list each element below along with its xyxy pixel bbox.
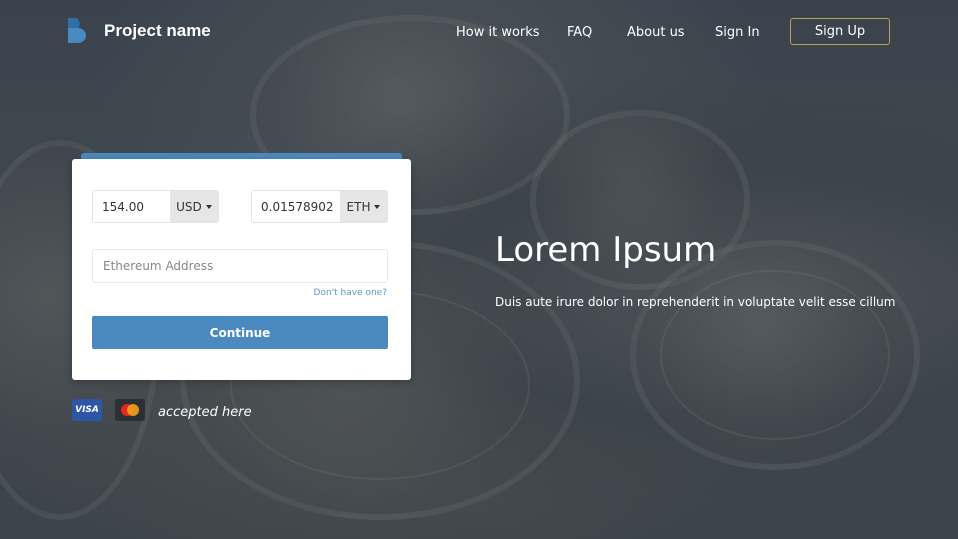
caret-down-icon (205, 204, 212, 209)
ethereum-address-input[interactable]: Ethereum Address (92, 249, 388, 283)
nav-sign-in[interactable]: Sign In (715, 25, 760, 40)
dont-have-one-link[interactable]: Don't have one? (314, 288, 387, 298)
crypto-currency-label: ETH (346, 199, 371, 214)
hero-subtitle: Duis aute irure dolor in reprehenderit i… (495, 295, 896, 309)
visa-icon: VISA (72, 399, 102, 421)
logo-icon[interactable] (66, 18, 88, 43)
fiat-currency-label: USD (176, 199, 202, 214)
exchange-card: 154.00 USD 0.01578902 ETH Ethereum Addre… (72, 159, 411, 380)
brand-name[interactable]: Project name (104, 21, 211, 41)
accepted-here-text: accepted here (158, 405, 252, 420)
mastercard-icon (115, 399, 145, 421)
fiat-currency-dropdown[interactable]: USD (169, 191, 218, 222)
nav-faq[interactable]: FAQ (567, 25, 592, 40)
nav-how-it-works[interactable]: How it works (456, 25, 540, 40)
crypto-amount-input[interactable]: 0.01578902 (252, 191, 340, 222)
crypto-amount-group: 0.01578902 ETH (251, 190, 388, 223)
sign-up-button[interactable]: Sign Up (790, 18, 890, 45)
continue-button[interactable]: Continue (92, 316, 388, 349)
fiat-amount-group: 154.00 USD (92, 190, 219, 223)
fiat-amount-input[interactable]: 154.00 (93, 191, 170, 222)
hero-title: Lorem Ipsum (495, 230, 717, 270)
crypto-currency-dropdown[interactable]: ETH (340, 191, 387, 222)
caret-down-icon (374, 204, 381, 209)
nav-about-us[interactable]: About us (627, 25, 685, 40)
